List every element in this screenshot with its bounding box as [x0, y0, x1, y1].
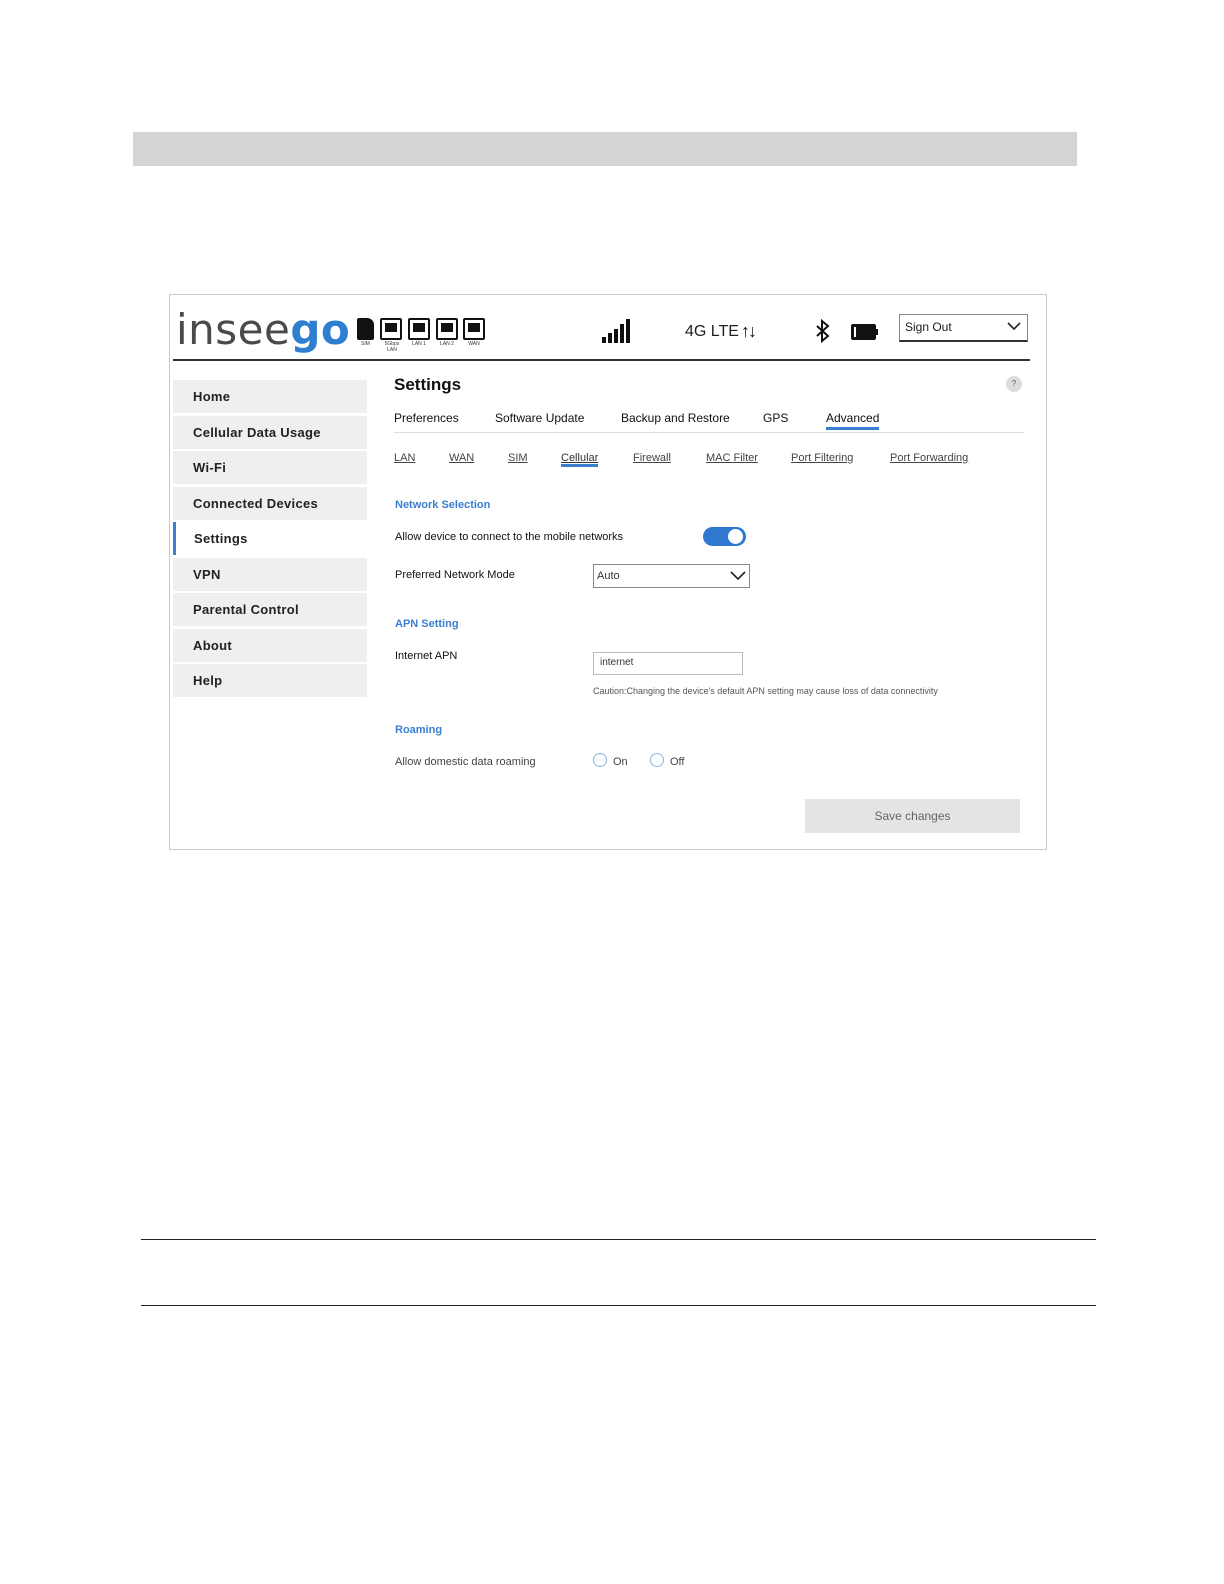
page-header-band: [133, 132, 1077, 166]
roaming-off-radio[interactable]: [650, 753, 664, 767]
subtab-mac-filter[interactable]: MAC Filter: [706, 452, 758, 464]
apn-caution-text: Caution:Changing the device's default AP…: [593, 686, 938, 696]
footer-rule-bottom: [141, 1305, 1096, 1306]
chevron-down-icon: [730, 571, 746, 581]
roaming-off-label: Off: [670, 756, 685, 768]
inseego-logo: inseego: [176, 305, 351, 354]
preferred-network-mode-value: Auto: [597, 570, 620, 582]
preferred-network-mode-label: Preferred Network Mode: [395, 569, 515, 581]
sidebar-item-vpn[interactable]: VPN: [173, 557, 367, 591]
tab-preferences[interactable]: Preferences: [394, 411, 459, 425]
roaming-heading: Roaming: [395, 724, 443, 736]
subtab-port-filtering[interactable]: Port Filtering: [791, 452, 853, 464]
roaming-on-label: On: [613, 756, 628, 768]
lan-5ghz-port-icon: 5Gbps LAN: [380, 318, 404, 353]
data-transfer-icon: ↑↓: [741, 321, 757, 341]
header-divider: [173, 359, 1030, 361]
sidebar-item-parental-control[interactable]: Parental Control: [173, 593, 367, 626]
footer-rule-top: [141, 1239, 1096, 1240]
chevron-down-icon: [1007, 322, 1021, 331]
sim-status-icon: SIM: [357, 318, 374, 347]
tab-advanced[interactable]: Advanced: [826, 411, 880, 430]
lan1-port-icon: LAN 1: [408, 318, 430, 347]
allow-mobile-networks-toggle[interactable]: [703, 527, 746, 546]
domestic-roaming-label: Allow domestic data roaming: [395, 756, 536, 768]
sidebar-item-home[interactable]: Home: [173, 380, 367, 413]
save-changes-button[interactable]: Save changes: [805, 799, 1020, 833]
tab-gps[interactable]: GPS: [763, 411, 788, 425]
subtab-sim[interactable]: SIM: [508, 452, 528, 464]
subtab-cellular[interactable]: Cellular: [561, 452, 599, 467]
lan2-port-icon: LAN 2: [436, 318, 458, 347]
network-selection-heading: Network Selection: [395, 499, 491, 511]
battery-icon: [851, 324, 878, 340]
internet-apn-label: Internet APN: [395, 650, 458, 662]
router-admin-window: inseego SIM 5Gbps LAN LAN 1 LAN 2 WAN 4G…: [169, 294, 1047, 850]
allow-mobile-networks-label: Allow device to connect to the mobile ne…: [395, 531, 624, 543]
sidebar-item-settings[interactable]: Settings: [173, 522, 367, 555]
sidebar-item-cellular-data-usage[interactable]: Cellular Data Usage: [173, 415, 367, 449]
apn-setting-heading: APN Setting: [395, 618, 459, 630]
subtab-firewall[interactable]: Firewall: [633, 452, 671, 464]
preferred-network-mode-select[interactable]: Auto: [593, 564, 750, 588]
tab-software-update[interactable]: Software Update: [495, 411, 584, 425]
bluetooth-icon: [816, 319, 830, 343]
toggle-knob: [728, 529, 743, 544]
page-title: Settings: [394, 375, 462, 394]
signal-strength-icon: [602, 319, 630, 343]
settings-tabs: Preferences Software Update Backup and R…: [394, 411, 1024, 433]
sidebar-item-help[interactable]: Help: [173, 664, 367, 697]
subtab-port-forwarding[interactable]: Port Forwarding: [890, 452, 968, 464]
sidebar-item-wifi[interactable]: Wi-Fi: [173, 451, 367, 484]
sidebar-item-about[interactable]: About: [173, 628, 367, 662]
wan-port-icon: WAN: [463, 318, 485, 347]
signout-label: Sign Out: [905, 320, 952, 334]
subtab-lan[interactable]: LAN: [394, 452, 415, 464]
sidebar-item-connected-devices[interactable]: Connected Devices: [173, 486, 367, 520]
network-type-label: 4G LTE: [685, 323, 739, 340]
tab-backup-restore[interactable]: Backup and Restore: [621, 411, 730, 425]
subtab-wan[interactable]: WAN: [449, 452, 474, 464]
internet-apn-input[interactable]: internet: [593, 652, 743, 675]
roaming-on-radio[interactable]: [593, 753, 607, 767]
sidebar-nav: Home Cellular Data Usage Wi-Fi Connected…: [173, 380, 367, 700]
signout-dropdown[interactable]: Sign Out: [899, 314, 1028, 342]
help-icon[interactable]: ?: [1006, 376, 1022, 392]
